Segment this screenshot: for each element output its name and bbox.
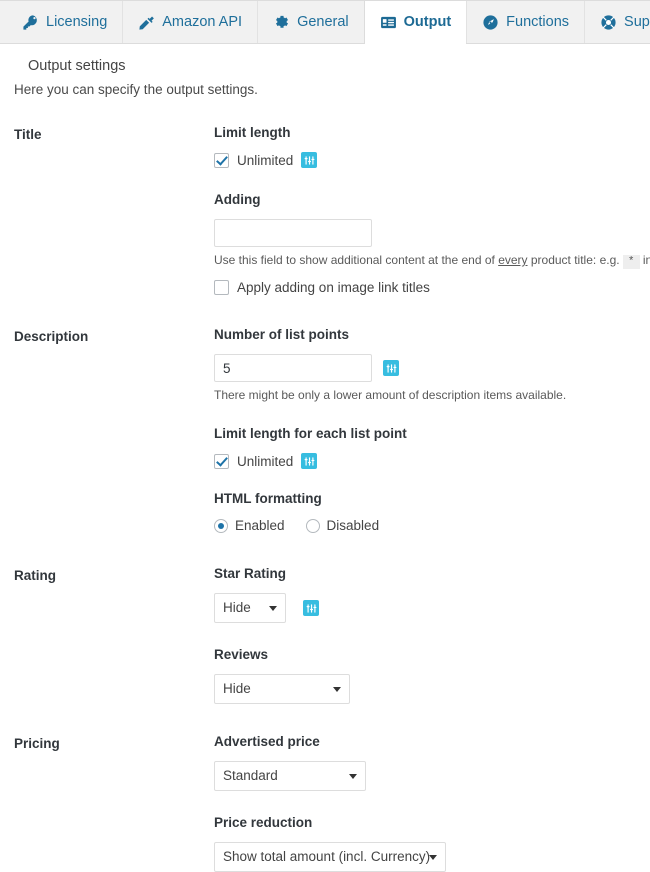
star-rating-label: Star Rating <box>214 566 287 581</box>
adding-help-suffix: in or <box>642 253 650 267</box>
chevron-down-icon <box>349 774 357 779</box>
reviews-select[interactable]: Hide <box>214 674 350 704</box>
tab-output[interactable]: Output <box>363 1 468 44</box>
price-reduction-select[interactable]: Show total amount (incl. Currency) <box>214 842 446 872</box>
chevron-down-icon <box>333 687 341 692</box>
advertised-price-value: Standard <box>223 768 278 783</box>
chevron-down-icon <box>429 855 437 860</box>
list-points-help-text: There might be only a lower amount of de… <box>214 388 567 402</box>
section-title: Title Limit length Unlimited Adding Use … <box>0 125 650 295</box>
tab-licensing-label: Licensing <box>46 14 108 30</box>
dashboard-icon <box>482 14 499 31</box>
adding-help-underlined: every <box>498 253 528 267</box>
title-unlimited-checkbox[interactable] <box>214 152 229 168</box>
section-description: Description Number of list points There … <box>0 327 650 533</box>
reviews-label: Reviews <box>214 647 269 662</box>
adding-help-prefix: Use this field to show additional conten… <box>214 253 499 267</box>
html-formatting-radio-group: Enabled Disabled <box>214 518 650 533</box>
sliders-badge-icon[interactable] <box>383 360 399 376</box>
adding-help-middle: product title: e.g. <box>527 253 623 267</box>
apply-adding-label: Apply adding on image link titles <box>237 280 430 295</box>
tab-functions-label: Functions <box>506 14 570 30</box>
advertised-price-select[interactable]: Standard <box>214 761 366 791</box>
html-formatting-enabled-label: Enabled <box>235 518 285 533</box>
price-reduction-value: Show total amount (incl. Currency) <box>223 849 431 864</box>
adding-help-code: * <box>622 255 640 269</box>
description-unlimited-row: Unlimited <box>214 453 650 469</box>
list-points-input[interactable] <box>214 354 372 382</box>
list-card-icon <box>380 14 397 31</box>
chevron-down-icon <box>269 606 277 611</box>
tab-functions[interactable]: Functions <box>466 1 586 43</box>
section-pricing-label: Pricing <box>14 736 60 751</box>
limit-each-list-point-label: Limit length for each list point <box>214 426 407 441</box>
html-formatting-enabled-radio[interactable] <box>214 518 228 533</box>
gear-icon <box>273 14 290 31</box>
title-unlimited-row: Unlimited <box>214 152 650 168</box>
html-formatting-disabled-radio[interactable] <box>305 518 320 533</box>
list-points-row <box>214 354 650 382</box>
advertised-price-label: Advertised price <box>214 734 320 749</box>
price-reduction-label: Price reduction <box>214 815 313 830</box>
html-formatting-label: HTML formatting <box>214 491 322 506</box>
star-rating-row: Hide <box>214 593 650 623</box>
tab-licensing[interactable]: Licensing <box>7 1 124 43</box>
limit-length-label: Limit length <box>214 125 291 140</box>
plug-icon <box>138 14 155 31</box>
tab-output-label: Output <box>403 14 452 30</box>
page-subtitle: Here you can specify the output settings… <box>14 82 258 97</box>
page-header: Output settings Here you can specify the… <box>0 44 650 97</box>
tab-amazon-api-label: Amazon API <box>162 14 243 30</box>
life-ring-icon <box>600 14 617 31</box>
adding-help-text: Use this field to show additional conten… <box>214 253 650 269</box>
sliders-badge-icon[interactable] <box>301 453 318 469</box>
reviews-value: Hide <box>223 681 251 696</box>
tab-bar: Licensing Amazon API General Output Func… <box>0 0 650 44</box>
sliders-badge-icon[interactable] <box>301 152 318 168</box>
apply-adding-row: Apply adding on image link titles <box>214 280 650 295</box>
section-rating-label: Rating <box>14 568 56 583</box>
key-icon <box>22 14 39 31</box>
tab-support[interactable]: Support <box>584 1 650 43</box>
tab-general[interactable]: General <box>257 1 365 43</box>
tab-support-label: Support <box>624 14 650 30</box>
description-unlimited-checkbox[interactable] <box>214 453 229 469</box>
adding-label: Adding <box>214 192 261 207</box>
description-unlimited-label: Unlimited <box>237 453 294 469</box>
adding-input[interactable] <box>214 219 372 247</box>
list-points-label: Number of list points <box>214 327 349 342</box>
tab-general-label: General <box>297 14 349 30</box>
title-unlimited-label: Unlimited <box>237 152 294 168</box>
section-title-label: Title <box>14 127 42 142</box>
apply-adding-checkbox[interactable] <box>214 280 229 295</box>
html-formatting-disabled-label: Disabled <box>326 518 380 533</box>
star-rating-select[interactable]: Hide <box>214 593 286 623</box>
section-description-label: Description <box>14 329 89 344</box>
section-rating: Rating Star Rating Hide Reviews Hide <box>0 566 650 704</box>
sliders-badge-icon[interactable] <box>303 600 319 616</box>
page-title: Output settings <box>28 58 126 74</box>
tab-amazon-api[interactable]: Amazon API <box>122 1 259 43</box>
section-pricing: Pricing Advertised price Standard Price … <box>0 734 650 872</box>
